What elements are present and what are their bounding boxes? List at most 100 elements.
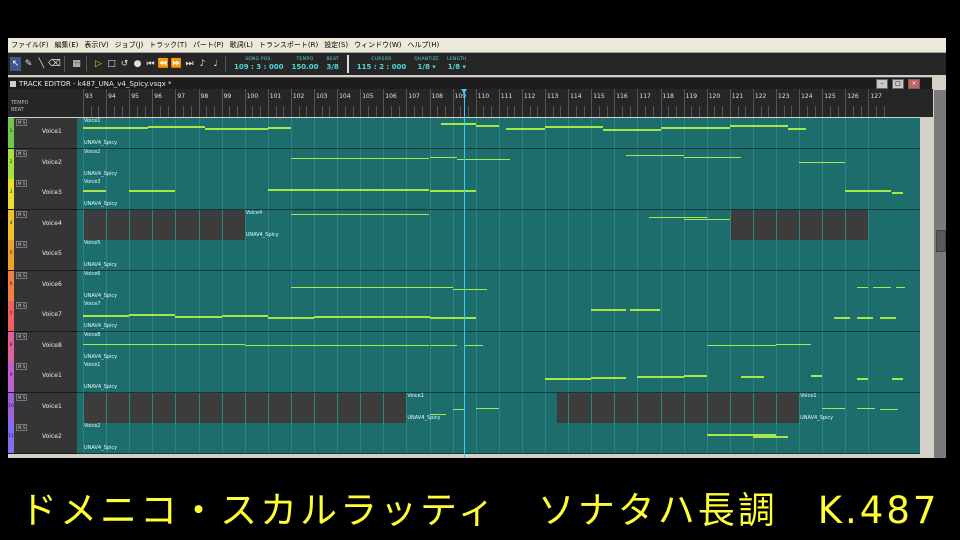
track-header[interactable]: 11 M S Voice2 — [8, 423, 77, 454]
note-block[interactable] — [464, 344, 483, 347]
track-header[interactable]: 3M S Voice3 — [8, 179, 77, 210]
menu-item[interactable]: ファイル(F) — [8, 38, 52, 52]
note-block[interactable] — [129, 190, 176, 192]
track-lane[interactable]: Voice2 UNAV4_Spicy — [77, 148, 920, 180]
track-lane[interactable]: Voice1 UNAV4_Spicy — [77, 118, 920, 149]
track-header[interactable]: 8M S Voice8 — [8, 331, 77, 363]
note-block[interactable] — [879, 408, 899, 411]
note-block[interactable] — [429, 344, 458, 347]
track-name[interactable]: Voice6 — [42, 281, 62, 288]
note-block[interactable] — [891, 378, 904, 380]
track-lane[interactable]: Voice4 UNAV4_Spicy — [77, 209, 920, 241]
note-block[interactable] — [891, 192, 904, 194]
track-lane[interactable]: Voice5 UNAV4_Spicy — [77, 240, 920, 271]
playback-cursor[interactable] — [464, 89, 466, 458]
note-block[interactable] — [429, 156, 458, 159]
track-header[interactable]: 9M S Voice1 — [8, 362, 77, 393]
note-block[interactable] — [221, 315, 268, 317]
track-header[interactable]: 7M S Voice7 — [8, 301, 77, 332]
track-lane[interactable]: Voice3 UNAV4_Spicy — [77, 179, 920, 210]
note-block[interactable] — [348, 286, 453, 289]
fast-forward-icon[interactable]: ⏩ — [171, 57, 182, 71]
track-header[interactable]: 1M S Voice1 — [8, 118, 77, 149]
note-block[interactable] — [267, 189, 430, 191]
track-name[interactable]: Voice1 — [42, 128, 62, 135]
track-lane[interactable]: Voice1 UNAV4_Spicy Voice1 UNAV4_Spicy — [77, 392, 920, 424]
track-lane[interactable]: Voice7 UNAV4_Spicy — [77, 301, 920, 332]
note-block[interactable] — [741, 376, 765, 378]
note-block[interactable] — [683, 218, 730, 221]
mute-solo-buttons[interactable]: M S — [16, 241, 28, 248]
note-block[interactable] — [787, 128, 807, 130]
note-block[interactable] — [267, 317, 314, 319]
note-block[interactable] — [856, 317, 873, 319]
mute-solo-buttons[interactable]: M S — [16, 302, 28, 309]
track-name[interactable]: Voice5 — [42, 250, 62, 257]
track-header[interactable]: 10 M S Voice1 — [8, 392, 77, 424]
loop-icon[interactable]: ↺ — [119, 57, 130, 71]
note-block[interactable] — [545, 378, 592, 380]
note-block[interactable] — [602, 129, 661, 131]
note-block[interactable] — [545, 126, 603, 128]
mute-solo-buttons[interactable]: M S — [16, 393, 28, 401]
note-block[interactable] — [856, 378, 869, 380]
eraser-tool-icon[interactable]: ⌫ — [48, 57, 61, 71]
mute-solo-buttons[interactable]: M S — [16, 424, 28, 431]
note-block[interactable] — [290, 213, 430, 216]
note-block[interactable] — [267, 127, 291, 129]
note-block[interactable] — [660, 127, 730, 129]
mute-solo-buttons[interactable]: M S — [16, 363, 28, 370]
mute-solo-buttons[interactable]: M S — [16, 210, 28, 218]
stop-icon[interactable]: □ — [106, 57, 117, 71]
note-block[interactable] — [205, 128, 268, 130]
scrollbar-thumb[interactable] — [936, 230, 946, 252]
track-header[interactable]: 5M S Voice5 — [8, 240, 77, 271]
menu-item[interactable]: ジョブ(J) — [112, 38, 147, 52]
note-block[interactable] — [175, 316, 222, 318]
note-block[interactable] — [706, 344, 776, 347]
note-block[interactable] — [290, 157, 430, 160]
playback-cursor-head[interactable] — [461, 89, 468, 94]
count-in-icon[interactable]: ♩ — [210, 57, 221, 71]
forward-end-icon[interactable]: ⏭ — [184, 57, 195, 71]
note-block[interactable] — [683, 156, 742, 159]
track-name[interactable]: Voice3 — [42, 189, 62, 196]
note-block[interactable] — [244, 344, 430, 347]
note-block[interactable] — [429, 190, 476, 192]
track-name[interactable]: Voice1 — [42, 403, 62, 410]
note-block[interactable] — [314, 316, 430, 318]
mute-solo-buttons[interactable]: M S — [16, 271, 28, 279]
track-name[interactable]: Voice2 — [42, 433, 62, 440]
note-block[interactable] — [83, 315, 130, 317]
note-block[interactable] — [810, 375, 823, 377]
mute-solo-buttons[interactable]: M S — [16, 119, 28, 126]
note-block[interactable] — [591, 309, 626, 311]
note-block[interactable] — [630, 309, 661, 311]
note-block[interactable] — [475, 125, 499, 127]
play-icon[interactable]: ▷ — [93, 57, 104, 71]
note-block[interactable] — [505, 128, 545, 130]
track-header[interactable]: 6M S Voice6 — [8, 270, 77, 302]
note-block[interactable] — [452, 408, 465, 411]
note-block[interactable] — [290, 286, 349, 289]
track-header[interactable]: 4M S Voice4 — [8, 209, 77, 241]
note-block[interactable] — [429, 413, 446, 416]
note-block[interactable] — [873, 286, 892, 289]
note-block[interactable] — [879, 317, 897, 319]
note-block[interactable] — [799, 161, 846, 164]
track-name[interactable]: Voice8 — [42, 342, 62, 349]
note-block[interactable] — [637, 376, 684, 378]
note-block[interactable] — [729, 125, 788, 127]
song-position-value[interactable]: 109 : 3 : 000 — [234, 63, 283, 71]
vertical-scrollbar[interactable] — [934, 90, 946, 458]
minimize-icon[interactable]: – — [876, 79, 888, 89]
note-block[interactable] — [856, 286, 869, 289]
note-block[interactable] — [147, 126, 206, 128]
quantize-select[interactable]: 1/8 ▾ — [418, 63, 436, 71]
note-block[interactable] — [625, 154, 684, 157]
note-block[interactable] — [776, 343, 811, 346]
track-editor-canvas[interactable]: TEMPO BEAT 93 94 95 96 97 98 99 100 101 102 103 104… — [8, 89, 933, 458]
note-block[interactable] — [591, 377, 626, 379]
note-block[interactable] — [83, 190, 107, 192]
menu-item[interactable]: 編集(E) — [52, 38, 82, 52]
